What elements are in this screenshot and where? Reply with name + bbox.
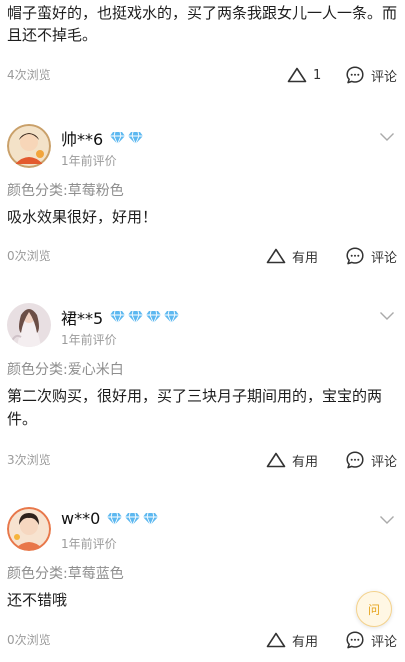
diamond-icon xyxy=(107,512,123,526)
username-text: w**0 xyxy=(61,509,101,528)
comment-bubble-icon xyxy=(346,451,364,469)
diamond-icon xyxy=(128,131,144,145)
chevron-down-icon[interactable] xyxy=(379,515,395,525)
diamond-icon xyxy=(110,310,126,324)
avatar[interactable] xyxy=(7,507,51,551)
thumb-triangle-icon xyxy=(266,452,286,468)
diamond-icon xyxy=(164,310,180,324)
review-text: 还不错哦 xyxy=(7,591,68,609)
comment-label: 评论 xyxy=(371,454,398,470)
chevron-down-icon[interactable] xyxy=(379,311,395,321)
review-text: 吸水效果很好，好用！ xyxy=(7,208,158,226)
useful-button[interactable]: 有用 xyxy=(266,628,318,652)
like-button[interactable]: 1 xyxy=(287,63,321,87)
comment-bubble-icon xyxy=(346,247,364,265)
useful-label: 有用 xyxy=(292,454,319,470)
ask-button[interactable]: 问 xyxy=(356,591,392,627)
thumb-triangle-icon xyxy=(266,248,286,264)
comment-label: 评论 xyxy=(371,634,398,650)
review-list: 帽子蛮好的，也挺戏水的，买了两条我跟女儿一人一条。而且还不掉毛。 4次浏览 1 … xyxy=(0,0,405,662)
review-stats-row: 4次浏览 1 评论 xyxy=(0,63,405,87)
diamond-icon xyxy=(128,310,144,324)
sku-info: 颜色分类:草莓粉色 xyxy=(7,183,124,199)
diamond-icon xyxy=(125,512,141,526)
sku-info: 颜色分类:爱心米白 xyxy=(7,362,124,378)
view-count: 0次浏览 xyxy=(7,249,51,263)
review-stats-row: 3次浏览 有用 评论 xyxy=(0,448,405,472)
avatar[interactable] xyxy=(7,124,51,168)
chevron-down-icon[interactable] xyxy=(379,132,395,142)
comment-button[interactable]: 评论 xyxy=(345,244,397,268)
review-date: 1年前评价 xyxy=(61,537,117,551)
avatar[interactable] xyxy=(7,303,51,347)
view-count: 0次浏览 xyxy=(7,633,51,647)
useful-button[interactable]: 有用 xyxy=(266,448,318,472)
review-date: 1年前评价 xyxy=(61,154,117,168)
review-text: 第二次购买，很好用，买了三块月子期间用的，宝宝的两件。 xyxy=(7,387,383,428)
username-text: 帅**6 xyxy=(61,130,104,149)
useful-label: 有用 xyxy=(292,250,319,266)
useful-button[interactable]: 有用 xyxy=(266,244,318,268)
member-level xyxy=(106,512,160,526)
diamond-icon xyxy=(110,131,126,145)
comment-button[interactable]: 评论 xyxy=(345,628,397,652)
view-count: 4次浏览 xyxy=(7,68,51,82)
comment-button[interactable]: 评论 xyxy=(345,63,397,87)
review-stats-row: 0次浏览 有用 评论 xyxy=(0,244,405,268)
diamond-icon xyxy=(143,512,159,526)
comment-bubble-icon xyxy=(346,631,364,649)
diamond-icon xyxy=(146,310,162,324)
comment-button[interactable]: 评论 xyxy=(345,448,397,472)
thumb-triangle-icon xyxy=(266,632,286,648)
useful-label: 有用 xyxy=(292,634,319,650)
view-count: 3次浏览 xyxy=(7,453,51,467)
username: w**0 xyxy=(61,509,160,528)
review-text: 帽子蛮好的，也挺戏水的，买了两条我跟女儿一人一条。而且还不掉毛。 xyxy=(7,4,398,44)
username: 帅**6 xyxy=(61,126,145,150)
ask-button-label: 问 xyxy=(367,602,380,617)
username-text: 裙**5 xyxy=(61,309,104,328)
like-count: 1 xyxy=(313,67,322,83)
sku-info: 颜色分类:草莓蓝色 xyxy=(7,566,124,582)
comment-bubble-icon xyxy=(346,66,364,84)
comment-label: 评论 xyxy=(371,250,398,266)
review-stats-row: 0次浏览 有用 评论 xyxy=(0,628,405,652)
thumb-triangle-icon xyxy=(287,67,307,83)
review-date: 1年前评价 xyxy=(61,333,117,347)
comment-label: 评论 xyxy=(371,69,398,85)
member-level xyxy=(109,310,181,324)
username: 裙**5 xyxy=(61,305,181,329)
member-level xyxy=(109,131,145,145)
